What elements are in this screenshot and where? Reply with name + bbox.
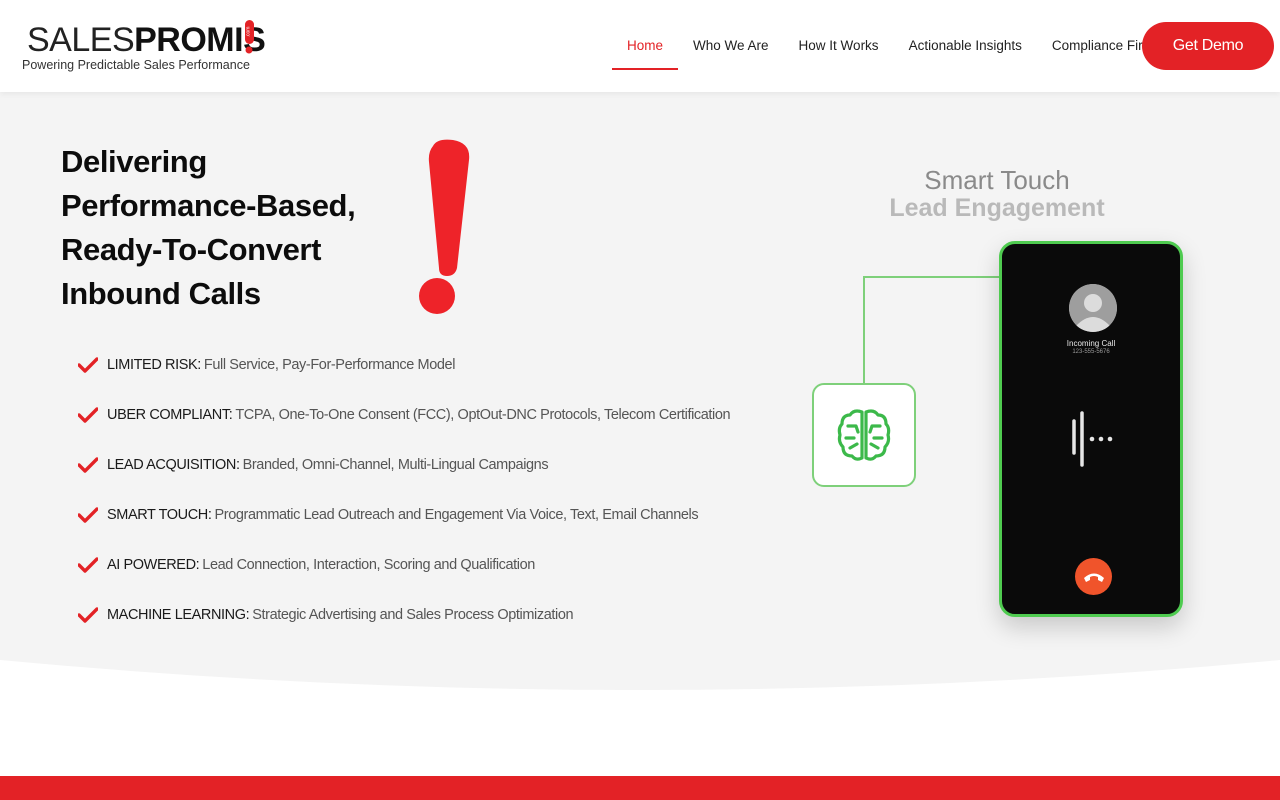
check-icon bbox=[78, 407, 98, 423]
brain-card bbox=[812, 383, 916, 487]
hero-wave-divider bbox=[0, 660, 1280, 700]
connector-line bbox=[863, 276, 1000, 383]
feature-list: LIMITED RISK: Full Service, Pay-For-Perf… bbox=[78, 340, 778, 640]
phone-hangup-icon bbox=[1083, 573, 1104, 582]
feature-label: SMART TOUCH: bbox=[107, 507, 212, 523]
hangup-button[interactable] bbox=[1075, 558, 1112, 595]
feature-desc: Lead Connection, Interaction, Scoring an… bbox=[202, 557, 535, 573]
feature-label: UBER COMPLIANT: bbox=[107, 407, 233, 423]
feature-desc: TCPA, One-To-One Consent (FCC), OptOut-D… bbox=[235, 407, 731, 423]
feature-desc: Branded, Omni-Channel, Multi-Lingual Cam… bbox=[242, 457, 549, 473]
footer-red-band bbox=[0, 776, 1280, 800]
check-icon bbox=[78, 357, 98, 373]
get-demo-button[interactable]: Get Demo bbox=[1142, 22, 1274, 70]
logo-wordmark: SALESPROMIS bbox=[27, 20, 266, 60]
nav-who-we-are[interactable]: Who We Are bbox=[678, 22, 784, 70]
caller-number: 123-555-5676 bbox=[1072, 349, 1110, 355]
feature-label: LEAD ACQUISITION: bbox=[107, 457, 240, 473]
incoming-call-label: Incoming Call bbox=[1066, 339, 1116, 348]
headline-line-4: Inbound Calls bbox=[61, 276, 261, 311]
feature-item: MACHINE LEARNING: Strategic Advertising … bbox=[78, 590, 778, 640]
lead-engagement-subtitle: Lead Engagement bbox=[889, 194, 1105, 222]
feature-label: AI POWERED: bbox=[107, 557, 200, 573]
main-nav: Home Who We Are How It Works Actionable … bbox=[612, 22, 1168, 70]
feature-label: LIMITED RISK: bbox=[107, 357, 201, 373]
logo-sales: SALES bbox=[27, 21, 135, 59]
logo-tagline: Powering Predictable Sales Performance bbox=[22, 58, 250, 72]
hero-headline: Delivering Performance-Based, Ready-To-C… bbox=[61, 140, 441, 316]
phone-mockup: Incoming Call 123-555-5676 bbox=[999, 241, 1183, 617]
headline-line-1: Delivering bbox=[61, 144, 207, 179]
feature-desc: Full Service, Pay-For-Performance Model bbox=[203, 357, 456, 373]
feature-item: UBER COMPLIANT: TCPA, One-To-One Consent… bbox=[78, 390, 778, 440]
site-logo[interactable]: SALESPROMIS .com Powering Predictable Sa… bbox=[22, 18, 266, 78]
feature-item: AI POWERED: Lead Connection, Interaction… bbox=[78, 540, 778, 590]
exclamation-graphic-icon bbox=[419, 139, 470, 314]
voice-wave-icon bbox=[1072, 411, 1113, 467]
feature-item: SMART TOUCH: Programmatic Lead Outreach … bbox=[78, 490, 778, 540]
logo-tld: .com bbox=[246, 27, 252, 38]
nav-home[interactable]: Home bbox=[612, 22, 679, 70]
smart-touch-title: Smart Touch bbox=[924, 165, 1070, 195]
check-icon bbox=[78, 557, 98, 573]
headline-line-2: Performance-Based, bbox=[61, 188, 356, 223]
feature-desc: Strategic Advertising and Sales Process … bbox=[252, 607, 574, 623]
check-icon bbox=[78, 457, 98, 473]
feature-item: LEAD ACQUISITION: Branded, Omni-Channel,… bbox=[78, 440, 778, 490]
headline-line-3: Ready-To-Convert bbox=[61, 232, 321, 267]
check-icon bbox=[78, 507, 98, 523]
site-header: SALESPROMIS .com Powering Predictable Sa… bbox=[0, 0, 1280, 92]
logo-exclamation-icon: .com bbox=[245, 20, 254, 54]
brain-icon bbox=[837, 409, 891, 461]
check-icon bbox=[78, 607, 98, 623]
user-avatar-icon bbox=[1069, 284, 1117, 332]
feature-desc: Programmatic Lead Outreach and Engagemen… bbox=[214, 507, 699, 523]
nav-actionable-insights[interactable]: Actionable Insights bbox=[894, 22, 1037, 70]
feature-label: MACHINE LEARNING: bbox=[107, 607, 250, 623]
feature-item: LIMITED RISK: Full Service, Pay-For-Perf… bbox=[78, 340, 778, 390]
nav-how-it-works[interactable]: How It Works bbox=[784, 22, 894, 70]
